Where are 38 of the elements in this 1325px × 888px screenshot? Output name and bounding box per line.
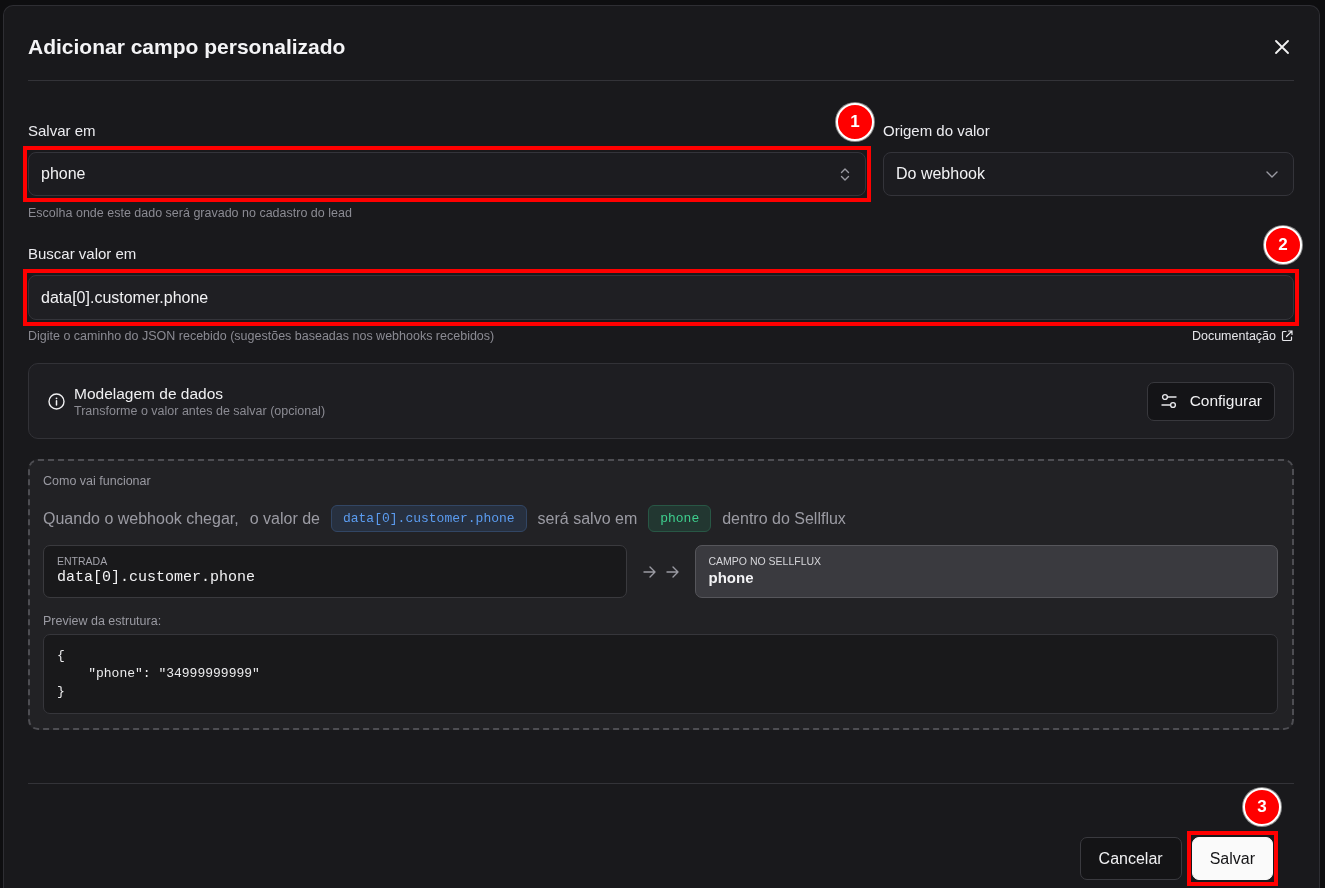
code-preview: { "phone": "34999999999" } [43,634,1278,714]
card-title: Modelagem de dados [74,383,225,403]
hint-text: Escolha onde este dado será gravado no cadastro do lead [28,205,353,221]
up-down-chevron-icon [840,166,850,182]
explanation-text: dentro do Sellflux [722,508,846,529]
arrow-right-icon [665,565,679,578]
dialog-title: Adicionar campo personalizado [28,35,346,59]
explanation-text: Quando o webhook chegar, [43,508,239,529]
hint-text: Digite o caminho do JSON recebido (sugestões baseadas nos webhooks recebidos) [28,328,495,344]
section-title: Como vai funcionar [43,473,152,489]
documentation-link[interactable]: Documentação [1191,328,1293,344]
annotation-badge: 2 [1264,226,1302,264]
save-button[interactable]: Salvar [1191,837,1273,880]
field-value: data[0].customer.phone [57,568,257,588]
external-link-icon [1281,330,1293,342]
preview-label: Preview da estrutura: [43,613,163,629]
configure-button[interactable]: Configurar [1146,381,1275,421]
field-label: Origem do valor [883,121,991,141]
annotation-badge: 1 [836,103,874,141]
input-field[interactable]: data[0].customer.phone [28,275,1294,320]
info-icon [48,392,65,410]
select-field[interactable]: Do webhook [883,152,1294,196]
code-tag: data[0].customer.phone [330,505,527,532]
field-value: phone [708,568,755,588]
annotation-badge: 3 [1243,788,1281,826]
field-caption: CAMPO NO SELLFLUX [708,555,823,568]
cancel-button[interactable]: Cancelar [1079,837,1182,880]
arrow-right-icon [642,565,656,578]
select-field[interactable]: phone [28,152,866,196]
explanation-text: será salvo em [537,508,638,529]
close-button[interactable] [1275,40,1289,54]
sliders-icon [1160,393,1177,409]
field-caption: ENTRADA [57,555,109,568]
card-subtitle: Transforme o valor antes de salvar (opcional) [74,402,326,419]
explanation-text: o valor de [249,508,320,529]
chevron-down-icon [1266,170,1278,178]
code-tag: phone [648,505,712,532]
close-icon [1275,40,1289,54]
